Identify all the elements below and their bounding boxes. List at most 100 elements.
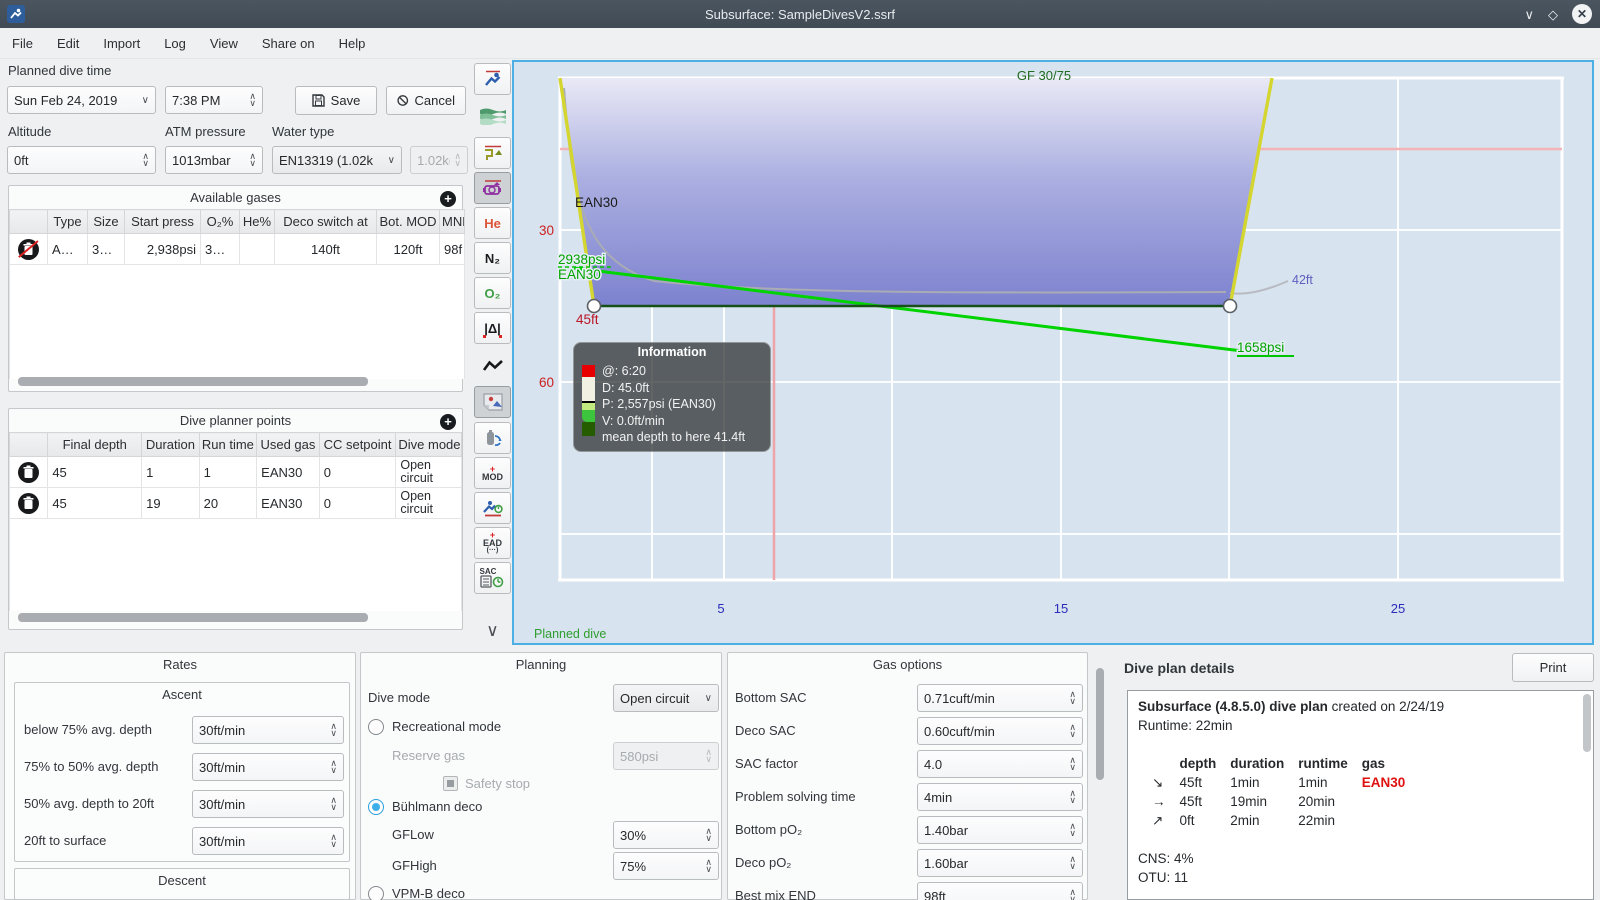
cell-run-time[interactable]: 1 <box>198 456 258 488</box>
cell-size[interactable]: 3… <box>87 233 125 265</box>
dive-profile-chart[interactable]: GF 30/75 EAN30 2938psi EAN30 30 60 45ft … <box>512 60 1594 645</box>
salinity-water-button[interactable] <box>474 100 511 132</box>
cell-bot-mod[interactable]: 120ft <box>376 233 440 265</box>
maximize-icon[interactable]: ◇ <box>1548 8 1558 21</box>
menu-import[interactable]: Import <box>91 32 152 55</box>
col-mnd[interactable]: MND <box>439 209 465 234</box>
show-photos-button[interactable] <box>474 386 511 418</box>
points-horizontal-scrollbar[interactable] <box>18 613 368 622</box>
col-start-press[interactable]: Start press <box>124 209 201 234</box>
col-he[interactable]: He% <box>239 209 275 234</box>
col-cc-setpoint[interactable]: CC setpoint <box>318 432 397 457</box>
cell-used-gas[interactable]: EAN30 <box>256 487 320 519</box>
menu-log[interactable]: Log <box>152 32 198 55</box>
rate-spinbox-50to20ft[interactable]: 30ft/min ∧ ∨ <box>192 790 344 818</box>
col-final-depth[interactable]: Final depth <box>47 432 143 457</box>
spinner-arrows-icon[interactable]: ∧ ∨ <box>249 92 256 108</box>
dive-date-combobox[interactable]: Sun Feb 24, 2019 ∨ <box>7 86 156 114</box>
sac-toggle-button[interactable]: SAC <box>474 562 511 594</box>
cell-used-gas[interactable]: EAN30 <box>256 456 320 488</box>
print-button[interactable]: Print <box>1512 653 1594 682</box>
col-deco-switch[interactable]: Deco switch at <box>274 209 377 234</box>
save-button[interactable]: Save <box>295 86 377 115</box>
pp-n2-toggle-button[interactable]: N₂ <box>474 242 511 274</box>
mean-depth-delta-button[interactable]: |Δ| <box>474 312 511 344</box>
menu-file[interactable]: File <box>0 32 45 55</box>
bottom-panel-scrollbar[interactable] <box>1096 668 1104 780</box>
water-type-combobox[interactable]: EN13319 (1.02k ∨ <box>272 146 402 174</box>
ndl-toggle-button[interactable] <box>474 492 511 524</box>
gflow-spinbox[interactable]: 30% ∧ ∨ <box>613 821 719 849</box>
gases-horizontal-scrollbar[interactable] <box>18 377 368 386</box>
pp-o2-toggle-button[interactable]: O₂ <box>474 277 511 309</box>
rate-spinbox-75to50[interactable]: 30ft/min ∧ ∨ <box>192 753 344 781</box>
altitude-spinbox[interactable]: 0ft ∧ ∨ <box>7 146 156 174</box>
toolbar-scroll-down-button[interactable]: ∨ <box>474 615 511 647</box>
rate-spinbox-20ft-surface[interactable]: 30ft/min ∧ ∨ <box>192 827 344 855</box>
planner-handle[interactable] <box>586 298 602 314</box>
cell-final-depth[interactable]: 45 <box>47 456 143 488</box>
dc-reported-ceiling-button[interactable] <box>474 172 511 204</box>
minimize-icon[interactable]: ∨ <box>1524 8 1534 21</box>
cancel-button[interactable]: Cancel <box>386 86 466 115</box>
col-duration[interactable]: Duration <box>141 432 200 457</box>
delete-point-icon[interactable] <box>18 461 40 483</box>
cell-final-depth[interactable]: 45 <box>47 487 143 519</box>
col-size[interactable]: Size <box>87 209 125 234</box>
pp-he-toggle-button[interactable]: He <box>474 207 511 239</box>
heart-rate-toggle-button[interactable] <box>474 350 511 382</box>
rate-spinbox-below75[interactable]: 30ft/min ∧ ∨ <box>192 716 344 744</box>
ceiling-toggle-button[interactable] <box>474 137 511 169</box>
col-bot-mod[interactable]: Bot. MOD <box>376 209 440 234</box>
dive-time-spinbox[interactable]: 7:38 PM ∧ ∨ <box>165 86 263 114</box>
profile-dive-mode-button[interactable] <box>474 63 511 95</box>
cell-type[interactable]: A… <box>47 233 88 265</box>
menu-edit[interactable]: Edit <box>45 32 91 55</box>
cell-cc-setpoint[interactable]: 0 <box>318 456 397 488</box>
cell-duration[interactable]: 1 <box>141 456 200 488</box>
col-type[interactable]: Type <box>47 209 88 234</box>
col-used-gas[interactable]: Used gas <box>256 432 320 457</box>
menu-help[interactable]: Help <box>327 32 378 55</box>
delete-gas-icon[interactable] <box>18 238 39 260</box>
cell-dive-mode[interactable]: Open circuit <box>395 456 462 488</box>
gfhigh-spinbox[interactable]: 75% ∧ ∨ <box>613 852 719 880</box>
planner-handle[interactable] <box>1222 298 1238 314</box>
add-gas-button[interactable]: + <box>440 191 456 207</box>
col-dive-mode[interactable]: Dive mode <box>395 432 462 457</box>
best-mix-end-spinbox[interactable]: 98ft ∧ ∨ <box>917 882 1083 900</box>
cell-dive-mode[interactable]: Open circuit <box>395 487 462 519</box>
bottom-sac-spinbox[interactable]: 0.71cuft/min ∧ ∨ <box>917 684 1083 712</box>
atm-pressure-spinbox[interactable]: 1013mbar ∧ ∨ <box>165 146 263 174</box>
ead-toggle-button[interactable]: + EAD (···) <box>474 527 511 559</box>
menu-view[interactable]: View <box>198 32 250 55</box>
title-bar[interactable]: Subsurface: SampleDivesV2.ssrf ∨ ◇ ✕ <box>0 0 1600 28</box>
cell-run-time[interactable]: 20 <box>198 487 258 519</box>
cell-o2[interactable]: 3… <box>200 233 240 265</box>
close-icon[interactable]: ✕ <box>1572 4 1592 24</box>
dive-mode-combobox[interactable]: Open circuit ∨ <box>613 684 719 712</box>
cell-cc-setpoint[interactable]: 0 <box>318 487 397 519</box>
cell-duration[interactable]: 19 <box>141 487 200 519</box>
delete-point-icon[interactable] <box>18 492 40 514</box>
recreational-mode-radio[interactable] <box>368 719 384 735</box>
deco-sac-spinbox[interactable]: 0.60cuft/min ∧ ∨ <box>917 717 1083 745</box>
cell-mnd[interactable]: 98f <box>439 233 465 265</box>
mod-toggle-button[interactable]: + MOD <box>474 457 511 489</box>
deco-po2-spinbox[interactable]: 1.60bar ∧ ∨ <box>917 849 1083 877</box>
add-point-button[interactable]: + <box>440 414 456 430</box>
vpmb-deco-radio[interactable] <box>368 886 384 900</box>
col-run-time[interactable]: Run time <box>198 432 258 457</box>
gas-change-button[interactable] <box>474 422 511 454</box>
dive-plan-notes[interactable]: Subsurface (4.8.5.0) dive plan created o… <box>1127 690 1594 900</box>
cell-deco-switch[interactable]: 140ft <box>274 233 377 265</box>
menu-share-on[interactable]: Share on <box>250 32 327 55</box>
col-o2[interactable]: O₂% <box>200 209 240 234</box>
sac-factor-spinbox[interactable]: 4.0 ∧ ∨ <box>917 750 1083 778</box>
plan-notes-scrollbar[interactable] <box>1583 694 1591 752</box>
cell-start-press[interactable]: 2,938psi <box>124 233 201 265</box>
cell-he[interactable] <box>239 233 275 265</box>
bottom-po2-spinbox[interactable]: 1.40bar ∧ ∨ <box>917 816 1083 844</box>
buhlmann-deco-radio[interactable] <box>368 799 384 815</box>
problem-solving-time-spinbox[interactable]: 4min ∧ ∨ <box>917 783 1083 811</box>
